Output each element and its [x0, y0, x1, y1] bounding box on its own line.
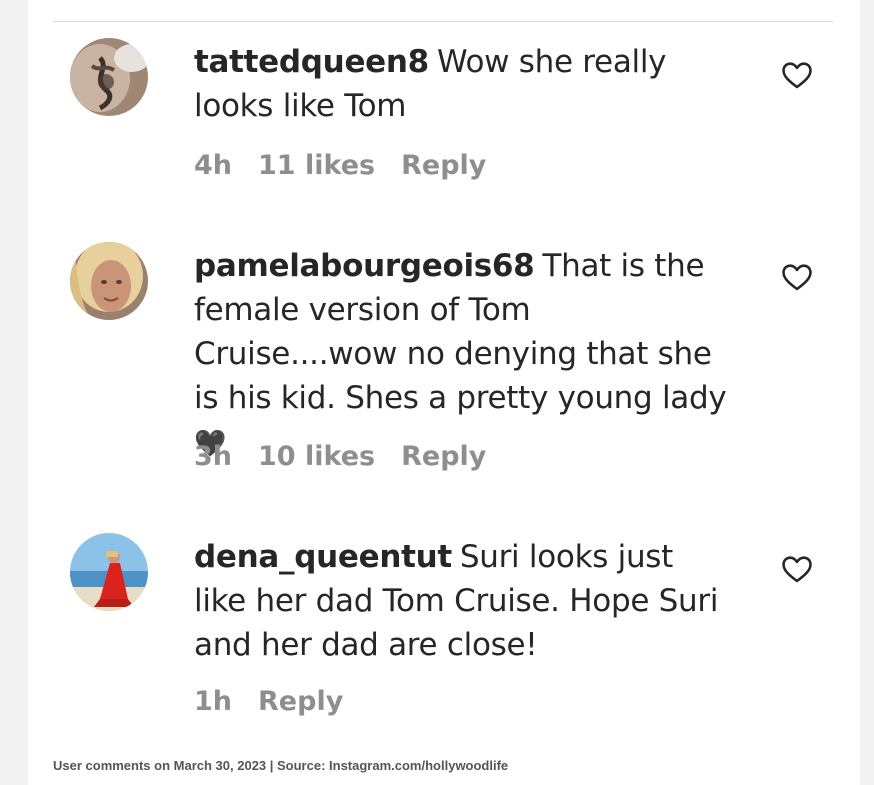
comment-meta: 3h 10 likes Reply: [194, 441, 512, 472]
username[interactable]: dena_queentut: [194, 539, 452, 575]
comments-card: tattedqueen8 Wow she really looks like To…: [28, 0, 860, 785]
comment-meta: 4h 11 likes Reply: [194, 150, 512, 181]
image-caption: User comments on March 30, 2023 | Source…: [53, 758, 509, 773]
avatar-image: [70, 533, 148, 611]
comment-text: pamelabourgeois68 That is the female vers…: [194, 244, 734, 466]
avatar-image: [70, 38, 148, 116]
comment-text: dena_queentut Suri looks just like her da…: [194, 535, 734, 667]
user-avatar[interactable]: [70, 533, 148, 611]
avatar-image: [70, 242, 148, 320]
reply-button[interactable]: Reply: [401, 441, 486, 472]
reply-button[interactable]: Reply: [258, 686, 343, 717]
comment-time[interactable]: 1h: [194, 686, 232, 717]
username[interactable]: pamelabourgeois68: [194, 248, 535, 284]
heart-outline-icon[interactable]: [780, 552, 814, 586]
user-avatar[interactable]: [70, 38, 148, 116]
comment-time[interactable]: 4h: [194, 150, 232, 181]
comment-time[interactable]: 3h: [194, 441, 232, 472]
comment-likes[interactable]: 10 likes: [258, 441, 375, 472]
username[interactable]: tattedqueen8: [194, 44, 429, 80]
heart-outline-icon[interactable]: [780, 58, 814, 92]
reply-button[interactable]: Reply: [401, 150, 486, 181]
heart-outline-icon[interactable]: [780, 260, 814, 294]
comment-likes[interactable]: 11 likes: [258, 150, 375, 181]
user-avatar[interactable]: [70, 242, 148, 320]
divider: [53, 21, 833, 22]
comment-text: tattedqueen8 Wow she really looks like To…: [194, 40, 734, 128]
comment-meta: 1h Reply: [194, 686, 369, 717]
